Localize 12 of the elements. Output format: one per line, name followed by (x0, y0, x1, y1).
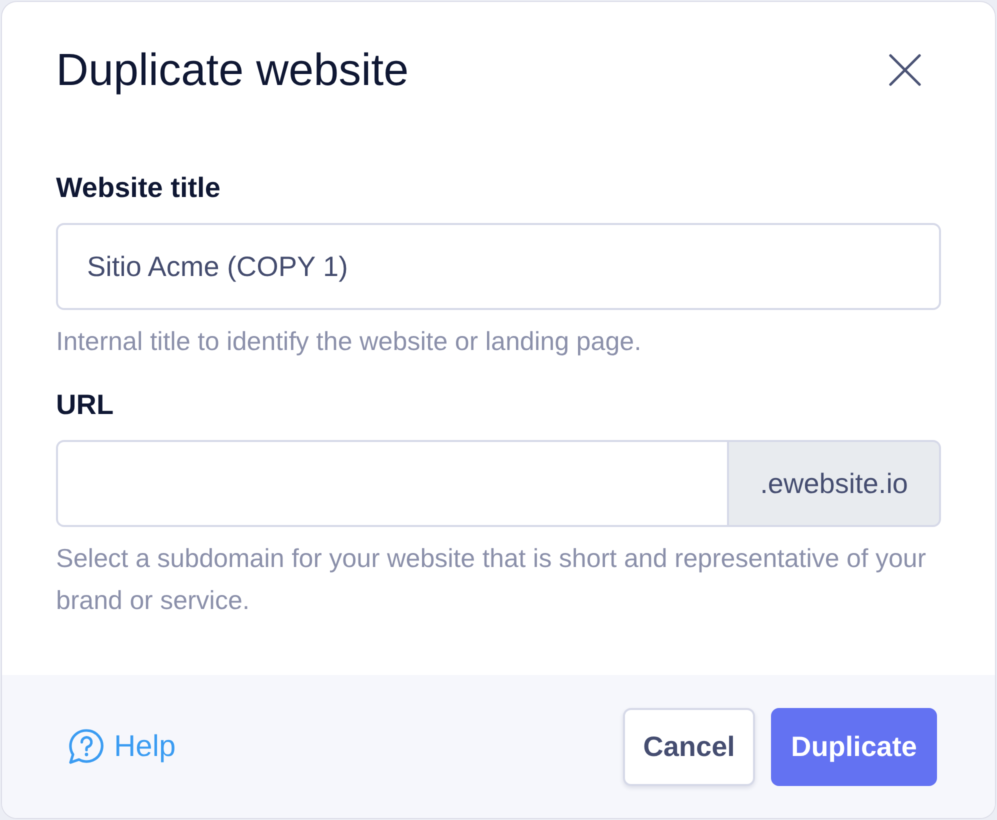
close-button[interactable] (889, 54, 921, 86)
subdomain-input[interactable] (56, 440, 728, 527)
domain-suffix: .ewebsite.io (727, 440, 941, 527)
field-label: Website title (56, 172, 222, 204)
help-chat-icon (68, 728, 105, 765)
field-help-text: Internal title to identify the website or landing page. (56, 325, 642, 358)
field-help-text: Select a subdomain for your website that is short and representative of your brand or service. (56, 542, 928, 617)
duplicate-button[interactable]: Duplicate (770, 708, 937, 786)
cancel-button[interactable]: Cancel (623, 708, 755, 786)
field-label: URL (56, 389, 115, 421)
title-input[interactable]: Sitio Acme (COPY 1) (56, 223, 941, 310)
dialog-title: Duplicate website (56, 43, 409, 97)
